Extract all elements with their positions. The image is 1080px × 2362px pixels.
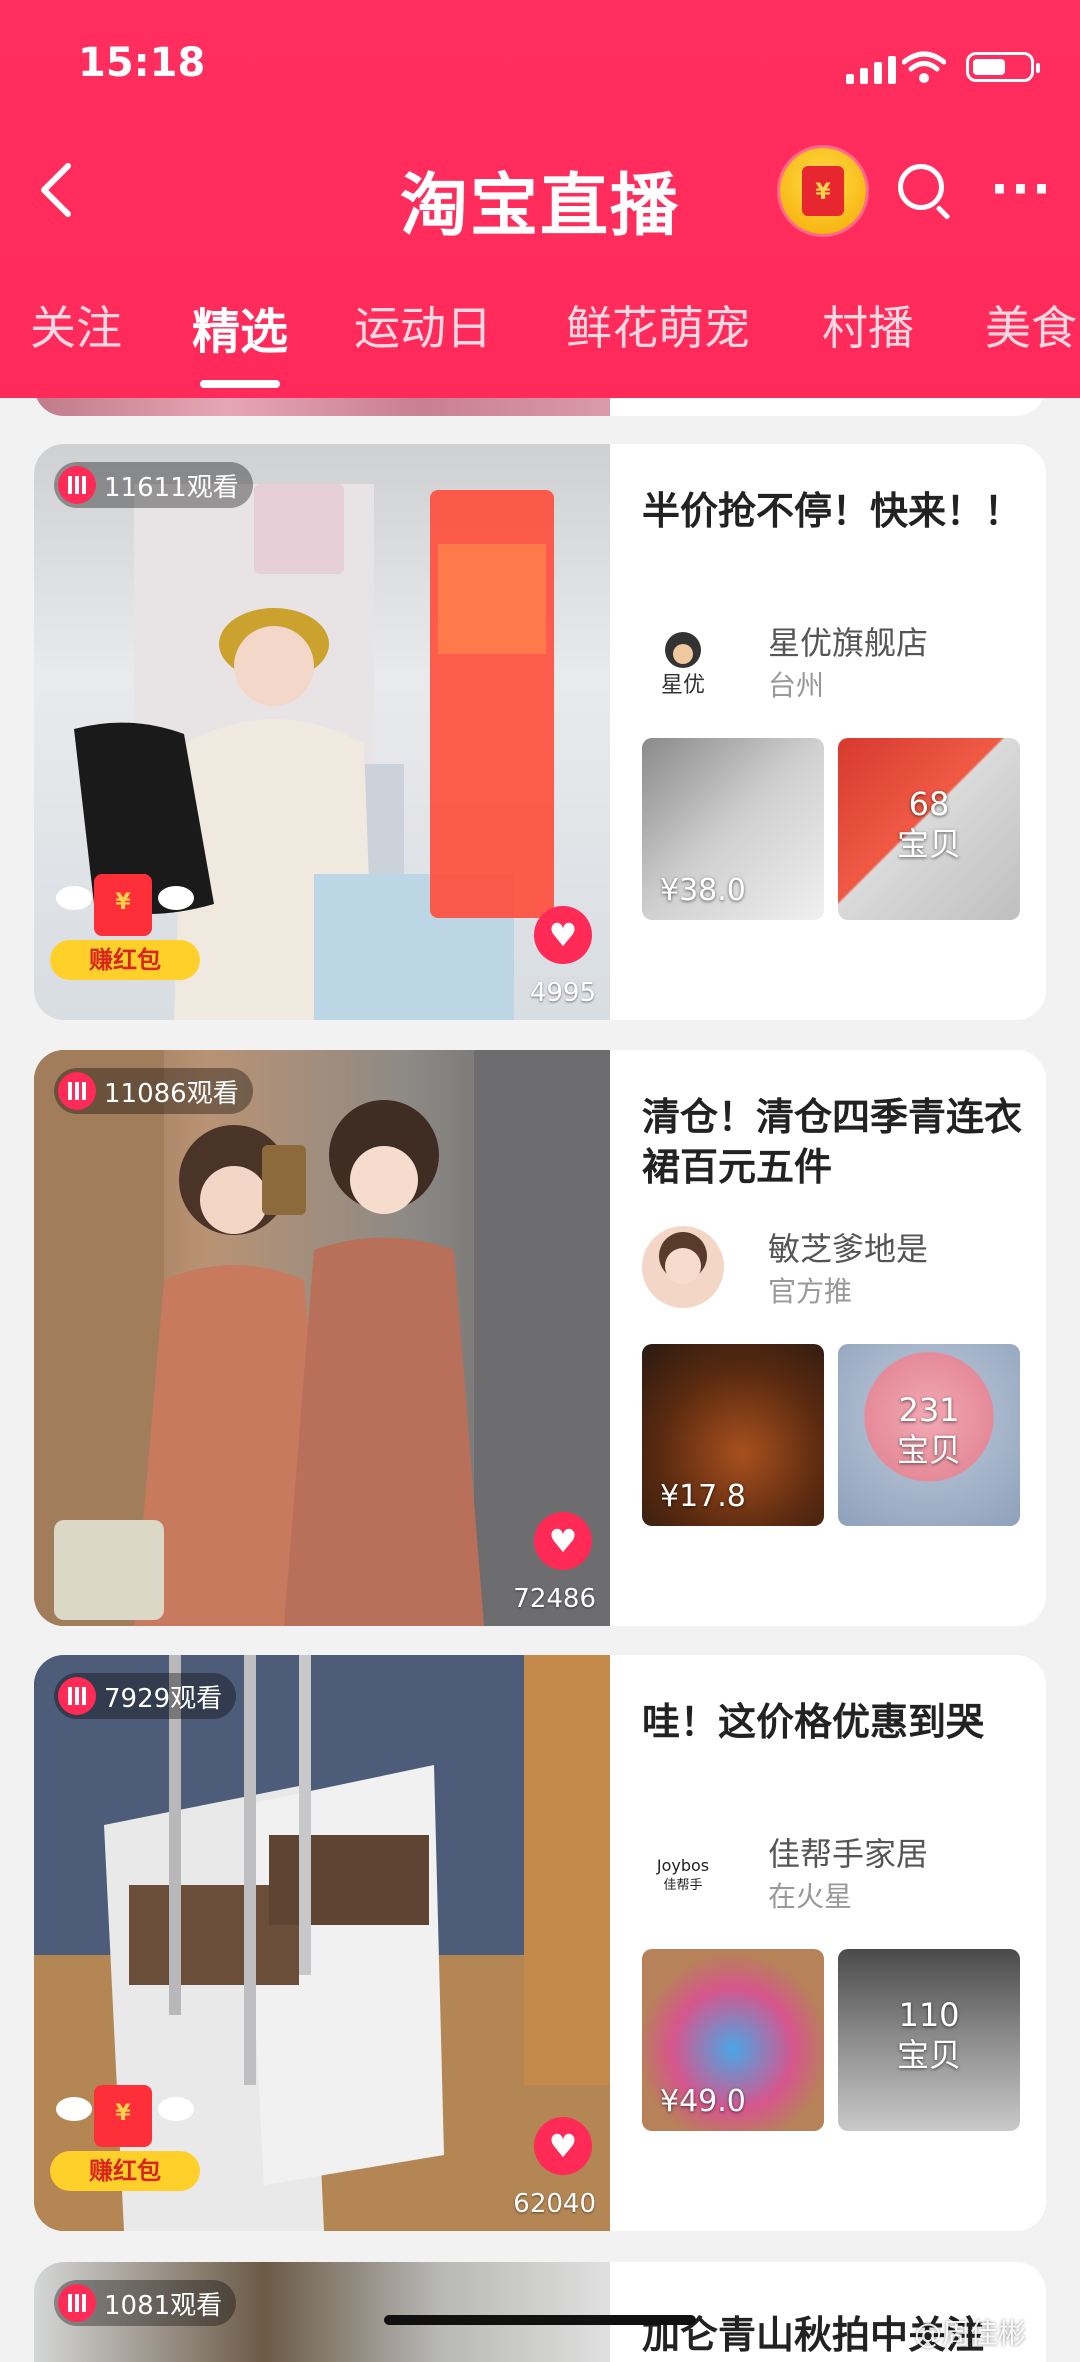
product-thumbnail[interactable]: ¥38.0 xyxy=(642,738,824,920)
live-title: 哇！这价格优惠到哭 xyxy=(642,1700,985,1744)
like-button[interactable]: ♥ xyxy=(534,2117,592,2175)
wing-right xyxy=(158,886,194,910)
card-info: 清仓！清仓四季青连衣裙百元五件 敏芝爹地是 官方推 ¥17.8 231 宝贝 xyxy=(642,1050,1032,1626)
like-count: 62040 xyxy=(513,2189,596,2219)
red-envelope-icon xyxy=(802,166,844,216)
earn-red-packet-badge[interactable]: 赚红包 xyxy=(50,874,200,984)
wifi-icon xyxy=(902,51,946,83)
svg-text:佳帮手: 佳帮手 xyxy=(663,1878,702,1893)
live-title: 半价抢不停！快来！！ xyxy=(642,489,1023,533)
wing-left xyxy=(56,886,92,910)
product-price: ¥17.8 xyxy=(660,1479,746,1514)
live-card[interactable]: 11611观看 赚红包 ♥ 4995 半价抢不停！快来！！ 星优 星优旗舰店 台… xyxy=(34,444,1046,1020)
tab-follow[interactable]: 关注 xyxy=(30,292,122,358)
live-cover-image[interactable]: 11086观看 ♥ 72486 xyxy=(34,1050,610,1626)
viewer-count: 1081观看 xyxy=(54,2280,237,2326)
avatar-photo-icon xyxy=(659,1232,707,1284)
shop-avatar[interactable]: Joybos 佳帮手 xyxy=(642,1831,724,1913)
status-time: 15:18 xyxy=(78,40,206,86)
shop-name[interactable]: 佳帮手家居 xyxy=(768,1829,928,1875)
shop-avatar[interactable]: 星优 xyxy=(642,620,724,702)
product-thumbnail[interactable]: ¥49.0 xyxy=(642,1949,824,2131)
live-cover-image[interactable]: 1081观看 xyxy=(34,2262,610,2362)
items-thumbnail[interactable]: 68 宝贝 xyxy=(838,738,1020,920)
wing-left xyxy=(56,2097,92,2121)
earn-red-packet-badge[interactable]: 赚红包 xyxy=(50,2085,200,2195)
nav-bar: 淘宝直播 ··· xyxy=(0,130,1080,250)
like-count: 4995 xyxy=(529,978,596,1008)
tab-flowers-pets[interactable]: 鲜花萌宠 xyxy=(566,292,750,358)
viewer-count-text: 11611观看 xyxy=(104,472,239,503)
shop-name[interactable]: 敏芝爹地是 xyxy=(768,1224,928,1270)
items-thumbnail[interactable]: 231 宝贝 xyxy=(838,1344,1020,1526)
wing-right xyxy=(158,2097,194,2121)
card-info: 半价抢不停！快来！！ 星优 星优旗舰店 台州 ¥38.0 68 宝贝 xyxy=(642,444,1032,1020)
cover-illustration xyxy=(34,1050,610,1626)
shop-location: 台州 xyxy=(768,669,825,702)
items-count: 231 宝贝 xyxy=(838,1390,1020,1470)
category-tabs: 关注 精选 运动日 鲜花萌宠 村播 美食 xyxy=(0,280,1080,390)
status-bar: 15:18 xyxy=(0,0,1080,130)
battery-icon xyxy=(966,52,1040,82)
shop-name[interactable]: 星优旗舰店 xyxy=(768,618,928,664)
live-bars-icon xyxy=(58,2284,96,2322)
live-title: 清仓！清仓四季青连衣裙百元五件 xyxy=(642,1095,1023,1189)
live-cover-image[interactable]: 11611观看 赚红包 ♥ 4995 xyxy=(34,444,610,1020)
cellular-signal-icon xyxy=(846,56,896,84)
items-thumbnail[interactable]: 110 宝贝 xyxy=(838,1949,1020,2131)
red-envelope-icon xyxy=(94,874,152,936)
live-bars-icon xyxy=(58,466,96,504)
items-count-label: 宝贝 xyxy=(896,2036,961,2074)
like-count: 72486 xyxy=(513,1584,596,1614)
monkey-logo-icon: 星优 xyxy=(661,632,705,698)
watermark: @周佳彬 xyxy=(913,2317,1026,2350)
product-price: ¥49.0 xyxy=(660,2084,746,2119)
tab-sports-day[interactable]: 运动日 xyxy=(354,292,492,358)
search-icon[interactable] xyxy=(898,164,944,210)
home-indicator[interactable] xyxy=(384,2315,696,2325)
items-count: 68 宝贝 xyxy=(838,784,1020,864)
shop-avatar[interactable] xyxy=(642,1226,724,1308)
items-count-label: 宝贝 xyxy=(896,825,961,863)
viewer-count: 11611观看 xyxy=(54,462,253,508)
items-count-label: 宝贝 xyxy=(896,1431,961,1469)
product-thumbnail[interactable]: ¥17.8 xyxy=(642,1344,824,1526)
red-envelope-icon xyxy=(94,2085,152,2147)
shop-tag: 官方推 xyxy=(768,1275,853,1308)
live-bars-icon xyxy=(58,1072,96,1110)
earn-red-packet-label: 赚红包 xyxy=(50,2151,200,2191)
tab-featured[interactable]: 精选 xyxy=(192,292,288,388)
earn-red-packet-label: 赚红包 xyxy=(50,940,200,980)
joybos-logo-icon: Joybos 佳帮手 xyxy=(656,1856,709,1893)
like-button[interactable]: ♥ xyxy=(534,1512,592,1570)
red-packet-button[interactable] xyxy=(780,148,866,234)
app-header: 15:18 淘宝直播 ··· 关注 精选 运动日 鲜花萌宠 村播 美食 xyxy=(0,0,1080,398)
items-count-number: 231 xyxy=(898,1391,960,1429)
live-bars-icon xyxy=(58,1677,96,1715)
viewer-count: 7929观看 xyxy=(54,1673,237,1719)
more-icon[interactable]: ··· xyxy=(990,164,1053,214)
live-card[interactable]: 7929观看 赚红包 ♥ 62040 哇！这价格优惠到哭 Joybos 佳帮手 佳… xyxy=(34,1655,1046,2231)
viewer-count-text: 11086观看 xyxy=(104,1078,239,1109)
items-count-number: 68 xyxy=(908,785,950,823)
items-count-number: 110 xyxy=(898,1996,960,2034)
shop-status: 在火星 xyxy=(768,1880,853,1913)
tab-village[interactable]: 村播 xyxy=(822,292,914,358)
svg-text:Joybos: Joybos xyxy=(656,1856,709,1875)
viewer-count-text: 1081观看 xyxy=(104,2290,223,2321)
tab-food[interactable]: 美食 xyxy=(985,292,1077,358)
viewer-count-text: 7929观看 xyxy=(104,1683,223,1714)
like-button[interactable]: ♥ xyxy=(534,906,592,964)
live-card[interactable]: 11086观看 ♥ 72486 清仓！清仓四季青连衣裙百元五件 敏芝爹地是 官方… xyxy=(34,1050,1046,1626)
card-info: 哇！这价格优惠到哭 Joybos 佳帮手 佳帮手家居 在火星 ¥49.0 110 宝… xyxy=(642,1655,1032,2231)
product-price: ¥38.0 xyxy=(660,873,746,908)
items-count: 110 宝贝 xyxy=(838,1995,1020,2075)
live-cover-image[interactable]: 7929观看 赚红包 ♥ 62040 xyxy=(34,1655,610,2231)
svg-text:星优: 星优 xyxy=(661,673,705,698)
next-card[interactable]: 1081观看 加仑青山秋拍中关注 @周佳彬 xyxy=(34,2262,1046,2362)
viewer-count: 11086观看 xyxy=(54,1068,253,1114)
